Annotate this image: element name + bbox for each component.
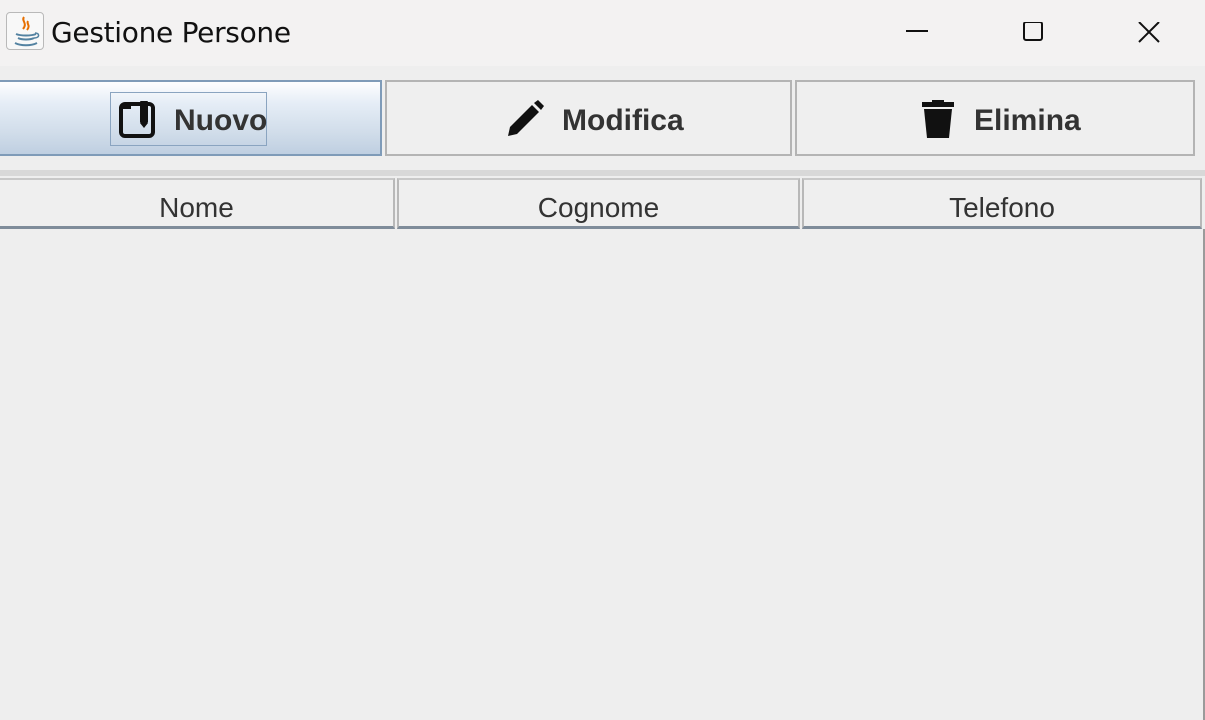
table-header: Nome Cognome Telefono (0, 178, 1205, 229)
delete-button[interactable]: Elimina (795, 80, 1195, 156)
pencil-icon (508, 100, 544, 136)
edit-button-label: Modifica (562, 104, 684, 137)
column-header-telefono[interactable]: Telefono (802, 178, 1202, 229)
title-bar: Gestione Persone (0, 0, 1205, 66)
toolbar-separator (0, 170, 1205, 176)
trash-icon (922, 100, 954, 138)
delete-button-label: Elimina (974, 104, 1081, 137)
maximize-icon (1023, 22, 1043, 41)
new-button[interactable]: Nuovo (0, 80, 382, 156)
maximize-button[interactable] (1009, 10, 1055, 54)
minimize-icon (906, 30, 928, 32)
window-title: Gestione Persone (51, 16, 291, 49)
table-body[interactable] (0, 229, 1203, 720)
column-header-nome[interactable]: Nome (0, 178, 395, 229)
column-header-cognome[interactable]: Cognome (397, 178, 800, 229)
edit-button[interactable]: Modifica (385, 80, 792, 156)
minimize-button[interactable] (893, 10, 939, 54)
java-icon[interactable] (6, 12, 44, 50)
close-icon (1138, 22, 1160, 43)
close-button[interactable] (1125, 10, 1171, 54)
new-document-icon (119, 101, 155, 138)
new-button-label: Nuovo (174, 104, 268, 137)
